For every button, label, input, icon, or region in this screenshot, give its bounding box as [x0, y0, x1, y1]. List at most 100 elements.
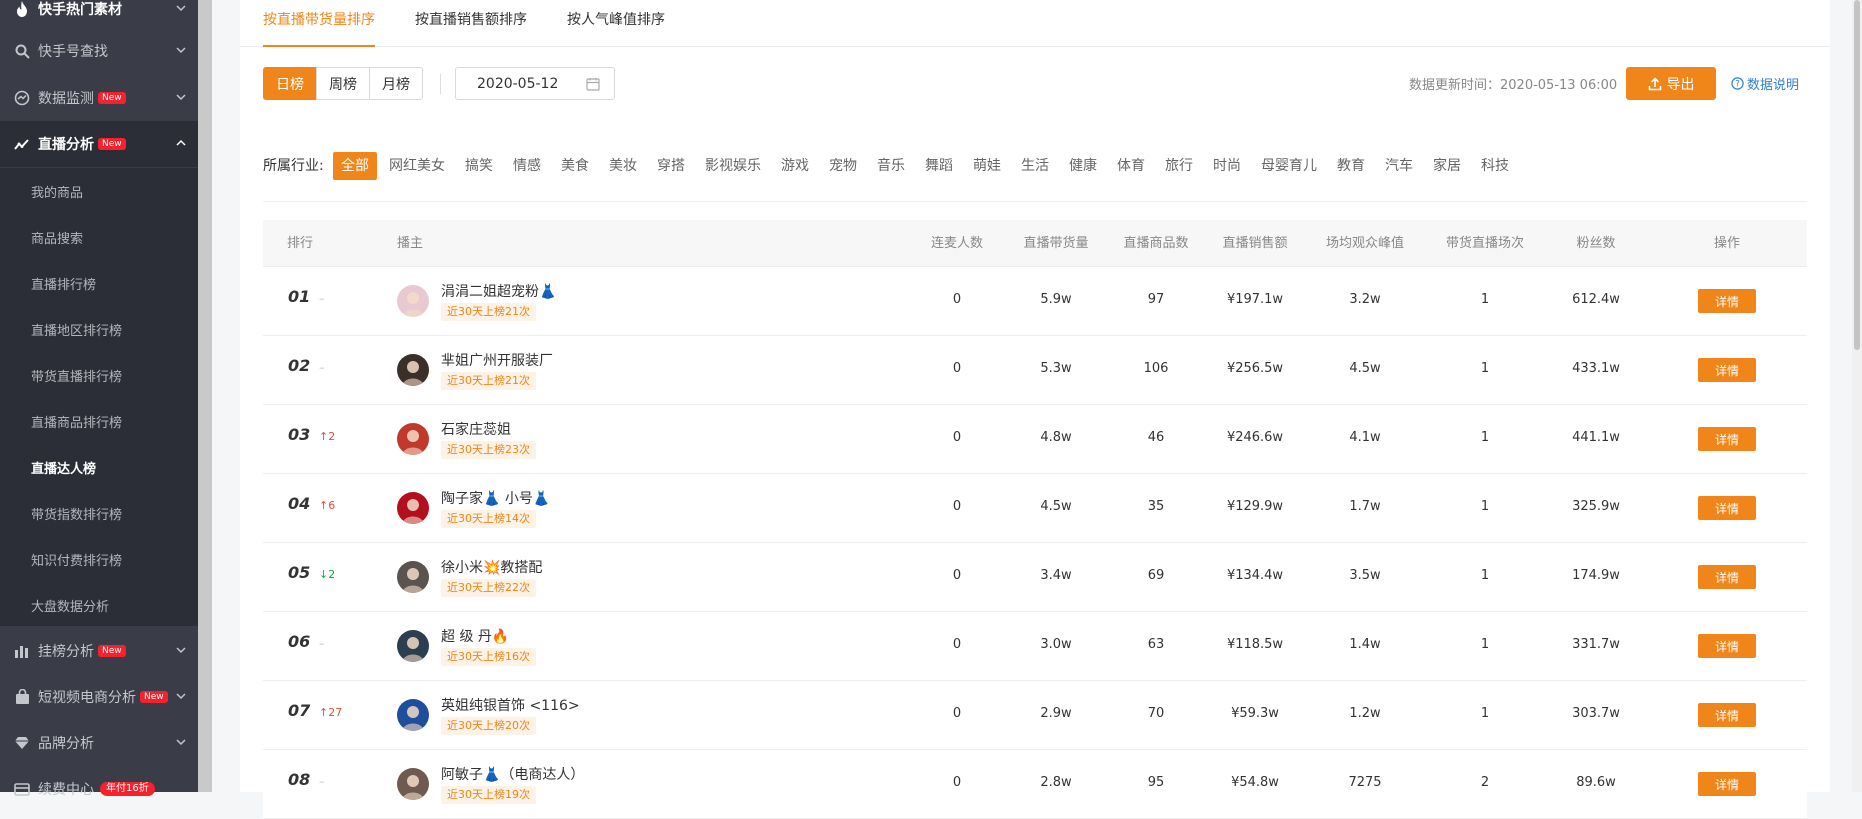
column-header: 直播销售额: [1222, 236, 1288, 251]
industry-option[interactable]: 搞笑: [457, 152, 501, 180]
industry-option[interactable]: 旅行: [1157, 152, 1201, 180]
submenu-item[interactable]: 直播地区排行榜: [0, 306, 198, 352]
tab-sort-by-volume[interactable]: 按直播带货量排序: [263, 0, 375, 47]
tab-sort-by-popularity[interactable]: 按人气峰值排序: [567, 0, 665, 47]
fire-icon: [14, 1, 30, 17]
sidebar-item-live-analysis[interactable]: 直播分析 New: [0, 121, 198, 167]
submenu-item-current[interactable]: 直播达人榜: [0, 444, 198, 490]
submenu-item[interactable]: 直播排行榜: [0, 260, 198, 306]
range-daily-button[interactable]: 日榜: [263, 67, 317, 100]
fans-count: 303.7w: [1572, 706, 1620, 721]
rank-trend: ↑2: [319, 430, 336, 443]
range-monthly-button[interactable]: 月榜: [369, 67, 423, 100]
detail-button[interactable]: 详情: [1698, 496, 1756, 520]
avatar[interactable]: [397, 561, 429, 593]
sidebar-item-brand-analysis[interactable]: 品牌分析: [0, 720, 198, 766]
industry-option[interactable]: 健康: [1061, 152, 1105, 180]
table-row: 08– 阿敏子👗（电商达人） 近30天上榜19次 0 2.8w 95 ¥54.8w 7275 2…: [263, 750, 1807, 819]
detail-button[interactable]: 详情: [1698, 634, 1756, 658]
industry-option[interactable]: 音乐: [869, 152, 913, 180]
sidebar-item-account-search[interactable]: 快手号查找: [0, 28, 198, 74]
streamer-name[interactable]: 陶子家👗 小号👗: [441, 488, 550, 508]
industry-option[interactable]: 科技: [1473, 152, 1517, 180]
submenu-item[interactable]: 带货指数排行榜: [0, 490, 198, 536]
detail-button[interactable]: 详情: [1698, 565, 1756, 589]
industry-option[interactable]: 宠物: [821, 152, 865, 180]
live-product-count: 69: [1147, 568, 1165, 583]
detail-button[interactable]: 详情: [1698, 427, 1756, 451]
streamer-name[interactable]: 芈姐广州开服装厂: [441, 350, 553, 370]
detail-button[interactable]: 详情: [1698, 772, 1756, 796]
avatar[interactable]: [397, 768, 429, 800]
submenu-item[interactable]: 知识付费排行榜: [0, 536, 198, 582]
range-weekly-button[interactable]: 周榜: [316, 67, 370, 100]
detail-button[interactable]: 详情: [1698, 703, 1756, 727]
industry-option[interactable]: 家居: [1425, 152, 1469, 180]
submenu-item[interactable]: 我的商品: [0, 168, 198, 214]
sidebar-item-label: 品牌分析: [38, 736, 94, 752]
rank-number: 05: [288, 563, 311, 582]
sidebar-scrollbar[interactable]: [198, 0, 212, 792]
submenu-item[interactable]: 商品搜索: [0, 214, 198, 260]
rank-count-chip: 近30天上榜16次: [441, 648, 536, 666]
industry-option[interactable]: 影视娱乐: [697, 152, 769, 180]
live-sales: ¥197.1w: [1226, 292, 1284, 307]
industry-option[interactable]: 时尚: [1205, 152, 1249, 180]
industry-option[interactable]: 母婴育儿: [1253, 152, 1325, 180]
rank-trend: –: [319, 637, 325, 650]
avatar[interactable]: [397, 630, 429, 662]
industry-option[interactable]: 网红美女: [381, 152, 453, 180]
industry-option[interactable]: 生活: [1013, 152, 1057, 180]
avatar[interactable]: [397, 699, 429, 731]
detail-button[interactable]: 详情: [1698, 289, 1756, 313]
sidebar-item-rank-analysis[interactable]: 挂榜分析 New: [0, 628, 198, 674]
streamer-name[interactable]: 阿敏子👗（电商达人）: [441, 764, 584, 784]
avatar[interactable]: [397, 285, 429, 317]
avatar[interactable]: [397, 354, 429, 386]
streamer-name[interactable]: 涓涓二姐超宠粉👗: [441, 281, 556, 301]
data-note-link[interactable]: ? 数据说明: [1731, 74, 1799, 93]
export-button[interactable]: 导出: [1626, 67, 1716, 100]
sidebar-item-label: 挂榜分析: [38, 644, 94, 660]
industry-option[interactable]: 美妆: [601, 152, 645, 180]
sidebar-item-data-monitor[interactable]: 数据监测 New: [0, 75, 198, 121]
live-sessions: 1: [1480, 499, 1490, 514]
submenu-item[interactable]: 直播商品排行榜: [0, 398, 198, 444]
new-badge: New: [98, 645, 126, 657]
live-volume: 4.8w: [1040, 430, 1072, 445]
industry-option[interactable]: 美食: [553, 152, 597, 180]
industry-options: 全部 网红美女 搞笑 情感 美食 美妆 穿搭 影视娱乐 游戏 宠物 音乐 舞蹈 萌娃 生活 健康 体育 旅行 时尚…: [333, 152, 1521, 180]
avatar[interactable]: [397, 492, 429, 524]
submenu-item[interactable]: 带货直播排行榜: [0, 352, 198, 398]
scrollbar-thumb[interactable]: [1854, 0, 1860, 350]
industry-option[interactable]: 情感: [505, 152, 549, 180]
avatar[interactable]: [397, 423, 429, 455]
streamer-name[interactable]: 超 级 丹🔥: [441, 626, 509, 646]
sort-tabs: 按直播带货量排序 按直播销售额排序 按人气峰值排序: [240, 0, 1830, 47]
industry-option[interactable]: 汽车: [1377, 152, 1421, 180]
page-scrollbar[interactable]: [1852, 0, 1862, 792]
sidebar-item-short-video-ecommerce[interactable]: 短视频电商分析 New: [0, 674, 198, 720]
rank-count-chip: 近30天上榜23次: [441, 441, 536, 459]
live-sales: ¥118.5w: [1226, 637, 1284, 652]
detail-button[interactable]: 详情: [1698, 358, 1756, 382]
streamer-name[interactable]: 英姐纯银首饰 <116>: [441, 695, 580, 715]
streamer-name[interactable]: 徐小米💥教搭配: [441, 557, 542, 577]
lianmai-count: 0: [952, 430, 962, 445]
industry-option[interactable]: 舞蹈: [917, 152, 961, 180]
industry-option[interactable]: 全部: [333, 152, 377, 180]
industry-option[interactable]: 体育: [1109, 152, 1153, 180]
industry-option[interactable]: 萌娃: [965, 152, 1009, 180]
submenu-item[interactable]: 大盘数据分析: [0, 582, 198, 628]
industry-option[interactable]: 穿搭: [649, 152, 693, 180]
industry-option[interactable]: 游戏: [773, 152, 817, 180]
sidebar-item-renewal-center[interactable]: 续费中心 年付16折: [0, 766, 198, 812]
lianmai-count: 0: [952, 706, 962, 721]
date-picker[interactable]: 2020-05-12: [455, 67, 615, 100]
tab-sort-by-sales[interactable]: 按直播销售额排序: [415, 0, 527, 47]
live-volume: 2.9w: [1040, 706, 1072, 721]
avg-peak-viewers: 3.5w: [1349, 568, 1381, 583]
column-header: 粉丝数: [1576, 236, 1616, 251]
industry-option[interactable]: 教育: [1329, 152, 1373, 180]
streamer-name[interactable]: 石家庄蕊姐: [441, 419, 511, 439]
